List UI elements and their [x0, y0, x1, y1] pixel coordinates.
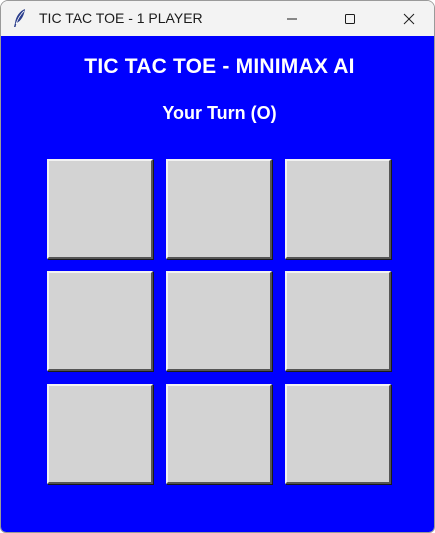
board-cell-4[interactable]: [47, 271, 153, 371]
board-cell-1[interactable]: [47, 159, 153, 259]
minimize-icon: [287, 18, 297, 19]
maximize-button[interactable]: [327, 1, 373, 36]
title-bar[interactable]: TIC TAC TOE - 1 PLAYER: [1, 1, 434, 36]
minimize-button[interactable]: [269, 1, 315, 36]
feather-icon: [11, 8, 29, 28]
app-window: TIC TAC TOE - 1 PLAYER TIC TAC TOE - MIN…: [0, 0, 435, 533]
maximize-icon: [345, 13, 355, 24]
board-cell-8[interactable]: [166, 384, 272, 484]
board-cell-9[interactable]: [285, 384, 391, 484]
close-button[interactable]: [386, 1, 432, 36]
board-cell-7[interactable]: [47, 384, 153, 484]
turn-status: Your Turn (O): [162, 103, 277, 123]
close-icon: [403, 13, 415, 24]
game-board: [47, 159, 391, 496]
board-cell-5[interactable]: [166, 271, 272, 371]
board-cell-3[interactable]: [285, 159, 391, 259]
game-area: TIC TAC TOE - MINIMAX AI Your Turn (O): [1, 36, 434, 532]
board-cell-2[interactable]: [166, 159, 272, 259]
game-heading: TIC TAC TOE - MINIMAX AI: [84, 55, 355, 78]
window-title: TIC TAC TOE - 1 PLAYER: [39, 10, 203, 26]
board-cell-6[interactable]: [285, 271, 391, 371]
